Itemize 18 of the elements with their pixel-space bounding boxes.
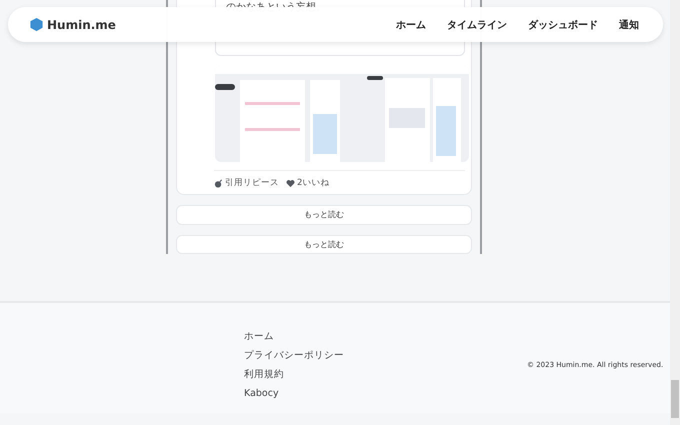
read-more-button[interactable]: もっと読む: [176, 205, 472, 224]
nav-link[interactable]: 通知: [619, 18, 639, 32]
bomb-icon: [214, 178, 223, 188]
scrollbar[interactable]: [670, 0, 680, 425]
footer-link[interactable]: ホーム: [244, 330, 527, 344]
nav-link[interactable]: ダッシュボード: [528, 18, 598, 32]
nav-link[interactable]: タイムライン: [447, 18, 507, 32]
action-link[interactable]: 2いいね: [286, 177, 330, 189]
footer-link[interactable]: Kabocy: [244, 386, 527, 400]
action-link[interactable]: 引用リピース: [214, 177, 279, 189]
heart-icon: [286, 178, 295, 188]
scrollbar-thumb[interactable]: [671, 380, 679, 418]
footer-link[interactable]: プライバシーポリシー: [244, 348, 527, 362]
footer-link[interactable]: 利用規約: [244, 368, 527, 382]
nav-link[interactable]: ホーム: [396, 18, 426, 32]
logo-text: Humin.me: [47, 18, 116, 32]
read-more-button[interactable]: もっと読む: [176, 234, 472, 254]
hexagon-logo-icon: [29, 17, 44, 32]
